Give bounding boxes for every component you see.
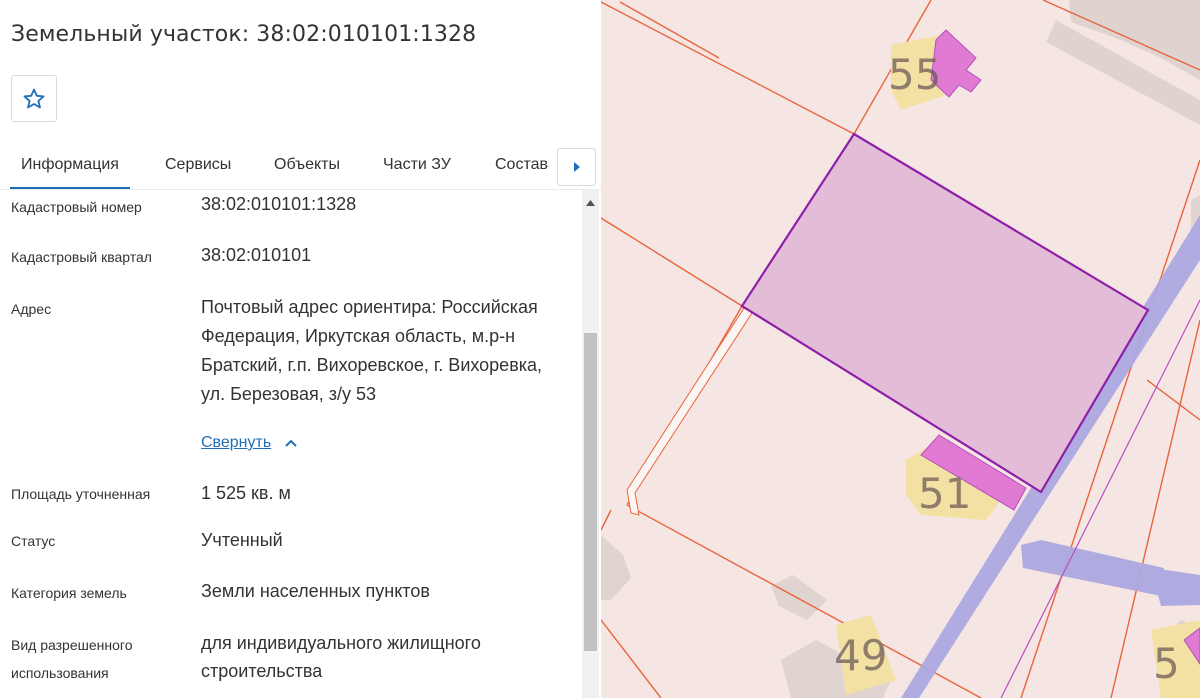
field-value-address: Почтовый адрес ориентира: Российская Фед… [201,297,543,404]
map-canvas[interactable]: 55 51 49 5 [601,0,1200,698]
tab-bar: Информация Сервисы Объекты Части ЗУ Сост… [10,140,559,190]
field-value-land-category: Земли населенных пунктов [201,581,430,601]
tab-objects[interactable]: Объекты [274,156,340,174]
caret-right-icon [573,162,580,172]
house-number-49: 49 [834,631,887,680]
field-label-permitted-use: Вид разрешенного использования [11,637,133,681]
path-strip [626,307,753,516]
map-view[interactable]: 55 51 49 5 [601,0,1200,698]
tabs-next-button[interactable] [557,148,596,186]
info-panel: Земельный участок: 38:02:010101:1328 Инф… [0,0,601,698]
panel-scrollbar[interactable] [582,190,599,698]
field-value-cadastral-number: 38:02:010101:1328 [201,194,357,214]
field-label-cadastral-number: Кадастровый номер [11,199,142,215]
field-label-cadastral-quarter: Кадастровый квартал [11,249,152,265]
field-value-status: Учтенный [201,530,283,550]
field-label-area: Площадь уточненная [11,486,151,502]
tab-services[interactable]: Сервисы [165,156,231,174]
field-label-land-category: Категория земель [11,585,127,601]
field-value-area: 1 525 кв. м [201,483,291,503]
field-label-status: Статус [11,533,56,549]
tab-parts[interactable]: Части ЗУ [383,156,451,174]
collapse-link-label: Свернуть [201,434,272,451]
house-number-5: 5 [1153,639,1180,688]
chevron-up-icon [285,434,297,452]
favorite-button[interactable] [11,75,57,122]
panel-title: Земельный участок: 38:02:010101:1328 [11,22,477,47]
tab-information[interactable]: Информация [10,156,130,189]
field-value-cadastral-quarter: 38:02:010101 [201,245,312,265]
collapse-link[interactable]: Свернуть [201,434,297,452]
field-value-permitted-use: для индивидуального жилищного строительс… [201,633,481,681]
house-number-55: 55 [888,50,941,99]
scrollbar-thumb[interactable] [584,333,597,651]
house-number-51: 51 [918,469,971,518]
tab-composition[interactable]: Состав [495,156,548,174]
star-icon [23,88,45,108]
scroll-up-arrow-icon[interactable] [582,196,599,210]
field-label-address: Адрес [11,301,52,317]
